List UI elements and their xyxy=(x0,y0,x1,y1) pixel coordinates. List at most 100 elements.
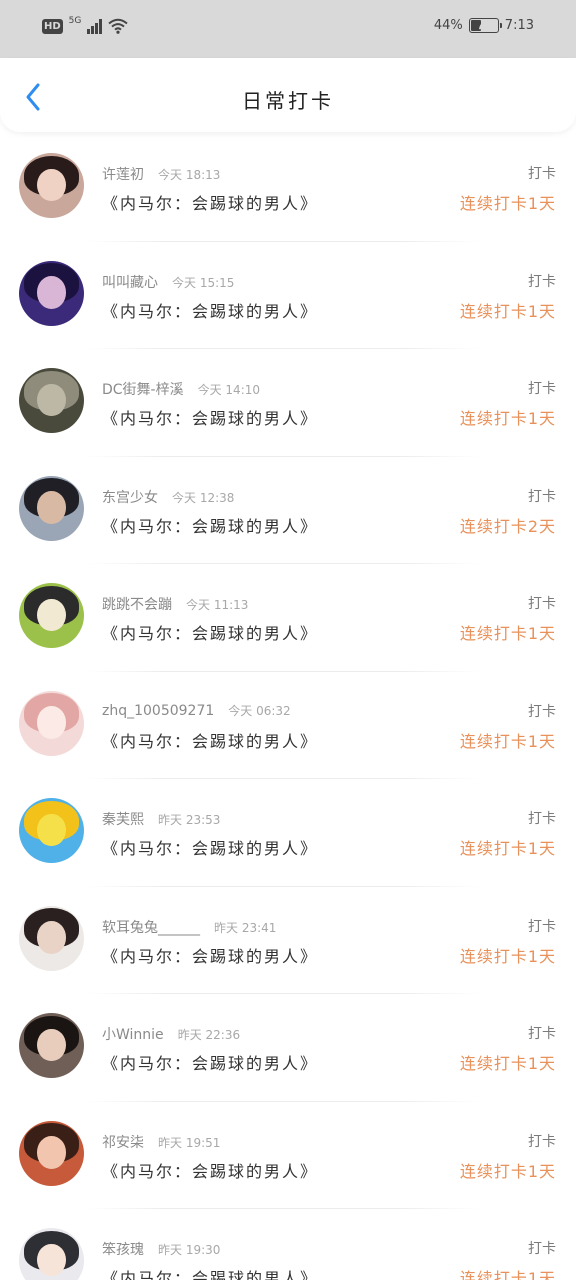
user-line: DC街舞-梓溪 今天 14:10 xyxy=(102,379,260,399)
avatar-face xyxy=(37,1243,66,1277)
avatar-face xyxy=(37,383,66,417)
streak-label: 连续打卡2天 xyxy=(459,516,556,536)
timestamp: 昨天 19:51 xyxy=(158,1135,221,1150)
list-item[interactable]: 叫叫藏心 今天 15:15 《内马尔：会踢球的男人》 打卡连续打卡1天 xyxy=(0,242,576,350)
timestamp: 今天 14:10 xyxy=(197,383,261,397)
list-item[interactable]: 秦芙熙 昨天 23:53 《内马尔：会踢球的男人》 打卡连续打卡1天 xyxy=(0,779,576,887)
checkin-action-label[interactable]: 打卡 xyxy=(528,593,556,613)
user-line: 祁安柒 昨天 19:51 xyxy=(102,1132,220,1152)
list-item[interactable]: 软耳兔兔______ 昨天 23:41 《内马尔：会踢球的男人》 打卡连续打卡1天 xyxy=(0,887,576,995)
avatar-face xyxy=(37,168,66,202)
checkin-action-label[interactable]: 打卡 xyxy=(528,271,556,291)
status-right: 44% 7:13 xyxy=(434,18,534,33)
streak-label: 连续打卡1天 xyxy=(459,839,556,858)
battery-icon xyxy=(468,18,502,33)
list-item[interactable]: DC街舞-梓溪 今天 14:10 《内马尔：会踢球的男人》 打卡连续打卡1天 xyxy=(0,349,576,457)
battery-percent: 44% xyxy=(433,18,463,33)
avatar-face xyxy=(37,1136,66,1169)
user-line: 软耳兔兔______ 昨天 23:41 xyxy=(102,917,276,937)
timestamp: 今天 11:13 xyxy=(186,598,249,612)
signal-icon xyxy=(87,18,102,34)
avatar[interactable] xyxy=(19,1120,84,1186)
user-line: 小Winnie 昨天 22:36 xyxy=(102,1024,240,1044)
user-line: 笨孩瑰 昨天 19:30 xyxy=(102,1239,220,1259)
checkin-content: 《内马尔：会踢球的男人》 xyxy=(102,194,319,213)
list-item[interactable]: 小Winnie 昨天 22:36 《内马尔：会踢球的男人》 打卡 连续打卡1天 xyxy=(0,994,576,1102)
avatar-face xyxy=(37,706,66,739)
username[interactable]: zhq_100509271 xyxy=(102,703,214,719)
username[interactable]: 叫叫藏心 xyxy=(102,272,158,292)
username[interactable]: 软耳兔兔______ xyxy=(102,917,200,937)
avatar-face xyxy=(37,813,66,847)
username[interactable]: 笨孩瑰 xyxy=(102,1239,144,1259)
avatar[interactable] xyxy=(19,368,84,433)
hd-badge: HD xyxy=(42,18,63,34)
status-bar: HD 5G 44% 7:13 xyxy=(0,0,576,58)
user-line: 秦芙熙 昨天 23:53 xyxy=(102,809,220,829)
checkin-action-label[interactable]: 打卡 xyxy=(528,163,556,183)
avatar[interactable] xyxy=(19,905,84,971)
username[interactable]: 许莲初 xyxy=(102,164,144,184)
streak-label: 连续打卡1天 xyxy=(459,1269,556,1280)
avatar[interactable] xyxy=(19,1013,84,1078)
checkin-action-label[interactable]: 打卡 xyxy=(528,378,556,398)
avatar[interactable] xyxy=(19,1228,84,1280)
checkin-content: 《内马尔：会踢球的男人》 xyxy=(102,409,319,428)
timestamp: 昨天 23:41 xyxy=(214,920,277,935)
username[interactable]: 祁安柒 xyxy=(102,1132,144,1152)
header: 日常打卡 xyxy=(0,58,576,132)
checkin-content: 《内马尔：会踢球的男人》 xyxy=(102,731,319,751)
timestamp: 昨天 22:36 xyxy=(177,1028,241,1042)
avatar-face xyxy=(37,491,66,524)
checkin-action-label[interactable]: 打卡 xyxy=(528,701,556,721)
checkin-list[interactable]: 许莲初 今天 18:13 《内马尔：会踢球的男人》 打卡 连续打卡1天 叫叫藏心 今天 15… xyxy=(0,134,576,1280)
avatar[interactable] xyxy=(19,690,84,756)
timestamp: 今天 06:32 xyxy=(228,703,291,718)
username[interactable]: 小Winnie xyxy=(102,1024,164,1044)
list-item[interactable]: 笨孩瑰 昨天 19:30 《内马尔：会踢球的男人》 打卡连续打卡1天 xyxy=(0,1209,576,1280)
username[interactable]: 跳跳不会蹦 xyxy=(102,594,172,614)
checkin-action-label[interactable]: 打卡 xyxy=(528,486,556,506)
username[interactable]: 秦芙熙 xyxy=(102,809,144,829)
checkin-action-label[interactable]: 打卡 xyxy=(528,1131,556,1151)
user-line: 许莲初 今天 18:13 xyxy=(102,164,220,184)
streak-label: 连续打卡1天 xyxy=(459,194,556,213)
checkin-action-label[interactable]: 打卡 xyxy=(528,1023,556,1043)
avatar[interactable] xyxy=(19,583,84,648)
streak-label: 连续打卡1天 xyxy=(459,409,556,428)
avatar-face xyxy=(37,921,66,954)
user-line: zhq_100509271 今天 06:32 xyxy=(102,702,291,719)
list-item[interactable]: 许莲初 今天 18:13 《内马尔：会踢球的男人》 打卡连续打卡1天 xyxy=(0,134,576,242)
checkin-content: 《内马尔：会踢球的男人》 xyxy=(102,946,319,966)
timestamp: 今天 15:15 xyxy=(172,275,235,290)
streak-label: 连续打卡1天 xyxy=(459,946,556,966)
status-left: HD 5G xyxy=(42,16,128,34)
streak-label: 连续打卡1天 xyxy=(459,624,556,643)
avatar-face xyxy=(37,1028,66,1062)
timestamp: 今天 18:13 xyxy=(158,168,221,182)
checkin-content: 《内马尔：会踢球的男人》 xyxy=(102,301,319,321)
avatar[interactable] xyxy=(19,798,84,863)
checkin-content: 《内马尔：会踢球的男人》 xyxy=(102,839,319,858)
avatar[interactable] xyxy=(19,475,84,541)
streak-label: 连续打卡1天 xyxy=(459,301,556,321)
checkin-action-label[interactable]: 打卡 xyxy=(528,1238,556,1258)
checkin-action-label[interactable]: 打卡 xyxy=(528,916,556,936)
avatar[interactable] xyxy=(19,153,84,218)
list-item[interactable]: 跳跳不会蹦 今天 11:13 《内马尔：会踢球的男人》 打卡 连续打卡1天 xyxy=(0,564,576,672)
user-line: 跳跳不会蹦 今天 11:13 xyxy=(102,594,248,614)
list-item[interactable]: 东宫少女 今天 12:38 《内马尔：会踢球的男人》 打卡 连续打卡2天 xyxy=(0,457,576,565)
avatar-face xyxy=(37,598,66,632)
list-item[interactable]: zhq_100509271 今天 06:32 《内马尔：会踢球的男人》 打卡 连续打卡1… xyxy=(0,672,576,780)
list-item[interactable]: 祁安柒 昨天 19:51 《内马尔：会踢球的男人》 打卡连续打卡1天 xyxy=(0,1102,576,1210)
timestamp: 昨天 23:53 xyxy=(158,813,221,827)
checkin-content: 《内马尔：会踢球的男人》 xyxy=(102,1269,319,1280)
wifi-icon xyxy=(108,18,128,34)
checkin-content: 《内马尔：会踢球的男人》 xyxy=(102,1161,319,1181)
checkin-action-label[interactable]: 打卡 xyxy=(528,808,556,828)
username[interactable]: 东宫少女 xyxy=(102,487,158,507)
streak-label: 连续打卡1天 xyxy=(459,1161,556,1181)
username[interactable]: DC街舞-梓溪 xyxy=(102,379,184,399)
user-line: 东宫少女 今天 12:38 xyxy=(102,487,234,507)
avatar[interactable] xyxy=(19,260,84,326)
